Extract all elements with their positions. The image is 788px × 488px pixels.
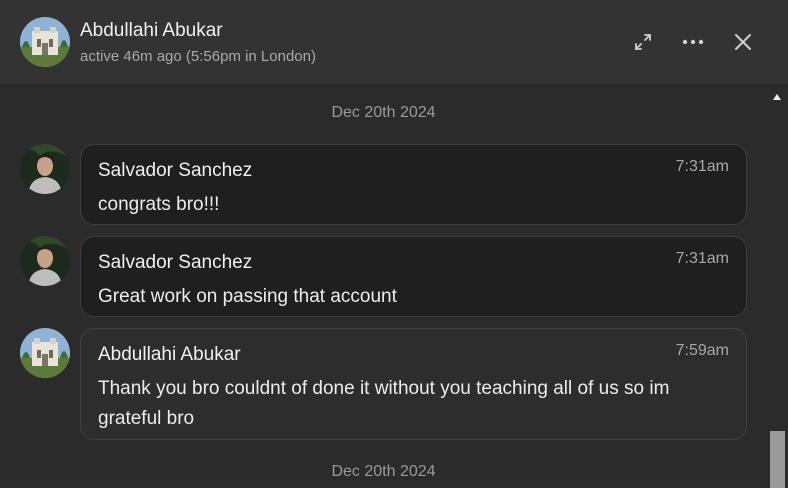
message-time: 7:31am [675, 158, 729, 175]
sender-avatar[interactable] [20, 328, 70, 378]
message-text: congrats bro!!! [98, 194, 220, 215]
message-time: 7:59am [675, 342, 729, 359]
message-bubble: Salvador Sanchez 7:31am Great work on pa… [80, 236, 747, 317]
scroll-up-arrow-icon[interactable] [773, 94, 781, 100]
date-separator: Dec 20th 2024 [331, 463, 436, 480]
date-separator: Dec 20th 2024 [331, 104, 436, 121]
message-bubble: Salvador Sanchez 7:31am congrats bro!!! [80, 144, 747, 225]
close-icon[interactable] [731, 30, 755, 54]
message-text: Great work on passing that account [98, 286, 397, 307]
scrollbar[interactable] [767, 86, 788, 488]
message-sender: Salvador Sanchez [98, 252, 253, 273]
contact-avatar[interactable] [20, 17, 70, 67]
sender-avatar[interactable] [20, 236, 70, 286]
message-bubble: Abdullahi Abukar 7:59am Thank you bro co… [80, 328, 747, 440]
sender-avatar[interactable] [20, 144, 70, 194]
message-text: Thank you bro couldnt of done it without… [98, 378, 670, 429]
message-sender: Abdullahi Abukar [98, 344, 241, 365]
more-options-icon[interactable] [681, 30, 705, 54]
expand-icon[interactable] [631, 30, 655, 54]
contact-status: active 46m ago (5:56pm in London) [80, 48, 316, 65]
message-time: 7:31am [675, 250, 729, 267]
message-list[interactable]: Dec 20th 2024 Salvador Sanchez 7:31am co… [0, 86, 767, 488]
chat-header: Abdullahi Abukar active 46m ago (5:56pm … [0, 0, 788, 85]
message-sender: Salvador Sanchez [98, 160, 253, 181]
contact-name: Abdullahi Abukar [80, 20, 223, 41]
scrollbar-thumb[interactable] [770, 431, 785, 488]
